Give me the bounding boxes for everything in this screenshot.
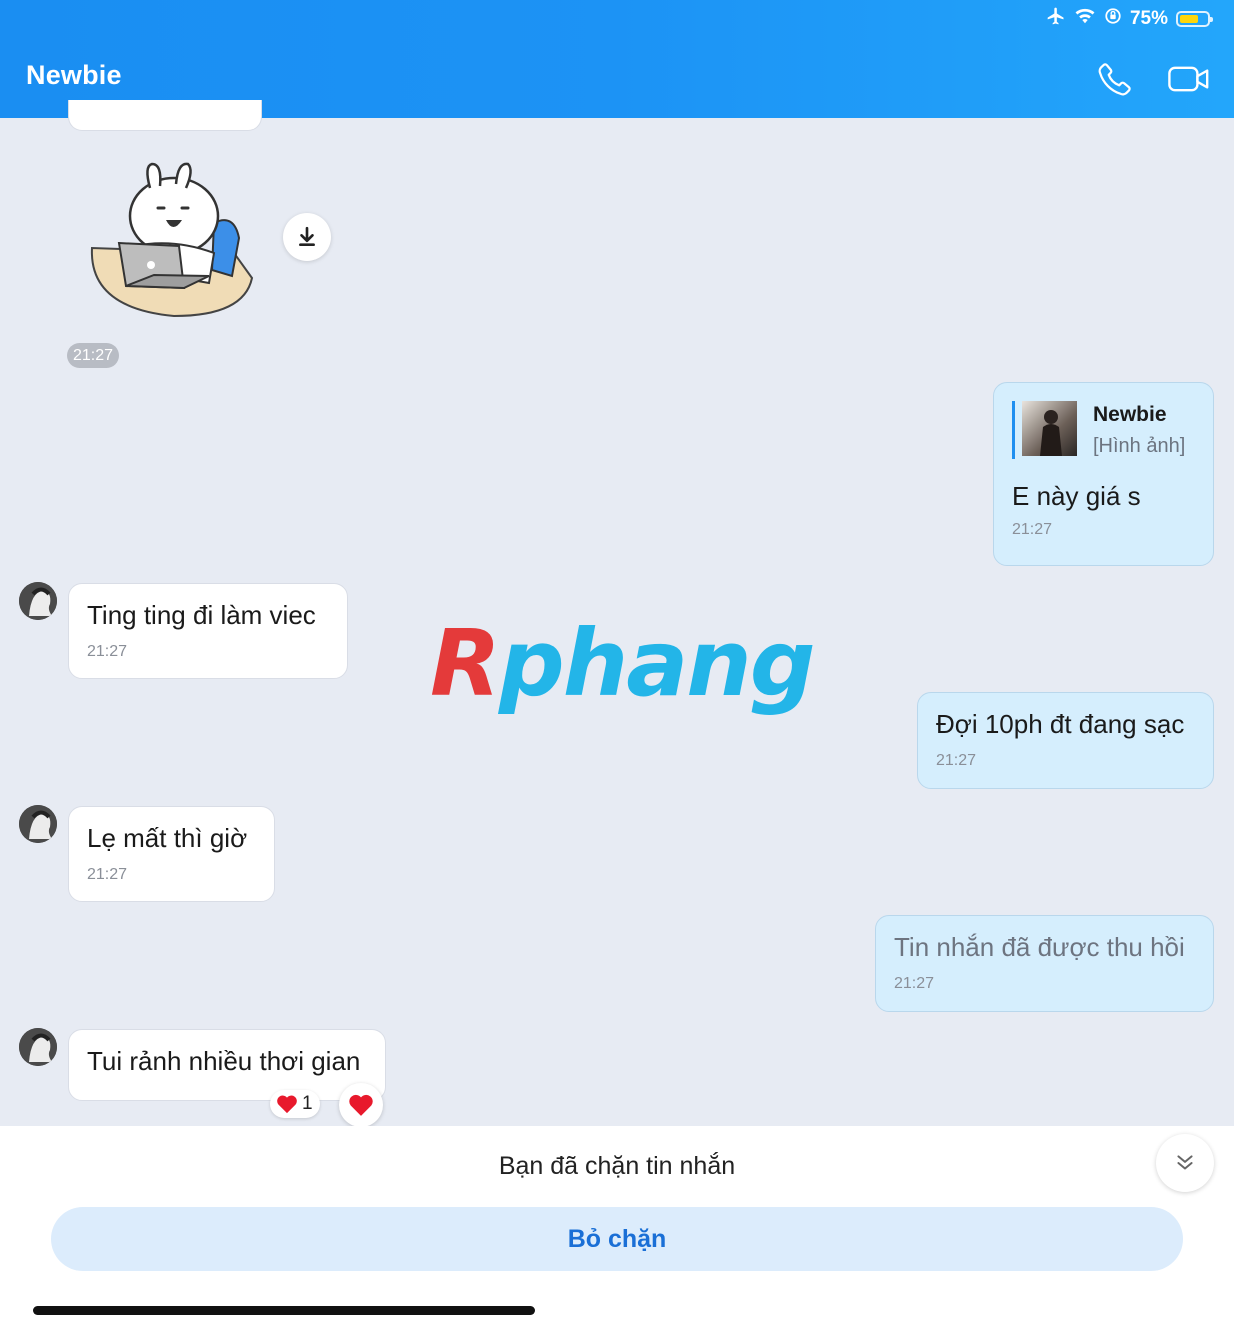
- download-icon: [299, 226, 315, 247]
- message-text: Đợi 10ph đt đang sạc: [936, 709, 1185, 739]
- react-button[interactable]: [339, 1083, 383, 1127]
- message-time: 21:27: [87, 643, 128, 660]
- heart-icon: [349, 1094, 373, 1116]
- incoming-message-bubble[interactable]: Tui rảnh nhiều thơi gian: [68, 1029, 386, 1101]
- orientation-lock-icon: [1104, 7, 1122, 31]
- reply-message-bubble[interactable]: Newbie [Hình ảnh] E này giá s 21:27: [993, 382, 1214, 566]
- message-time: 21:27: [936, 752, 977, 769]
- reaction-summary[interactable]: 1: [270, 1090, 320, 1118]
- watermark-first-letter: R: [430, 610, 501, 717]
- previous-message-bubble: [68, 100, 262, 131]
- message-time: 21:27: [1012, 521, 1053, 538]
- video-call-button[interactable]: [1164, 56, 1214, 102]
- outgoing-message-bubble[interactable]: Đợi 10ph đt đang sạc 21:27: [917, 692, 1214, 789]
- battery-icon: [1176, 11, 1213, 27]
- recalled-message-bubble[interactable]: Tin nhắn đã được thu hồi 21:27: [875, 915, 1214, 1012]
- quoted-image-thumbnail: [1022, 401, 1077, 456]
- phone-icon: [1098, 63, 1131, 96]
- quote-bar: [1012, 401, 1015, 459]
- message-time: 21:27: [87, 866, 128, 883]
- call-button[interactable]: [1092, 56, 1138, 102]
- message-text: Lẹ mất thì giờ: [87, 823, 248, 853]
- battery-percent: 75%: [1129, 8, 1168, 29]
- chat-title[interactable]: Newbie: [26, 60, 122, 91]
- sticker-time: 21:27: [67, 343, 120, 368]
- message-text: Tui rảnh nhiều thơi gian: [87, 1046, 361, 1076]
- double-chevron-down-icon: [1177, 1155, 1193, 1170]
- message-time: 21:27: [894, 975, 935, 992]
- status-bar: 75%: [1046, 6, 1213, 32]
- quote-author: Newbie: [1093, 403, 1167, 426]
- incoming-message-bubble[interactable]: Lẹ mất thì giờ 21:27: [68, 806, 275, 902]
- home-indicator: [33, 1306, 535, 1315]
- watermark-rest: phang: [498, 610, 816, 717]
- scroll-to-bottom-button[interactable]: [1156, 1134, 1214, 1192]
- reaction-count: 1: [302, 1093, 313, 1114]
- blocked-notice: Bạn đã chặn tin nhắn: [498, 1152, 736, 1180]
- sticker-message[interactable]: [84, 158, 264, 323]
- download-sticker-button[interactable]: [283, 213, 331, 261]
- watermark-logo: Rphang: [430, 610, 816, 717]
- contact-avatar[interactable]: [19, 805, 57, 843]
- battery-level-fill: [1180, 15, 1198, 23]
- message-text: Ting ting đi làm viec: [87, 600, 316, 630]
- unblock-button[interactable]: Bỏ chặn: [51, 1207, 1183, 1271]
- wifi-icon: [1074, 7, 1096, 31]
- recalled-message-text: Tin nhắn đã được thu hồi: [894, 932, 1185, 962]
- airplane-icon: [1046, 6, 1066, 32]
- bunny-laptop-sticker-icon: [90, 162, 254, 318]
- quote-preview: [Hình ảnh]: [1093, 435, 1186, 457]
- contact-avatar[interactable]: [19, 1028, 57, 1066]
- message-text: E này giá s: [1012, 481, 1141, 511]
- heart-icon: [277, 1095, 297, 1114]
- video-camera-icon: [1168, 66, 1209, 92]
- contact-avatar[interactable]: [19, 582, 57, 620]
- incoming-message-bubble[interactable]: Ting ting đi làm viec 21:27: [68, 583, 348, 679]
